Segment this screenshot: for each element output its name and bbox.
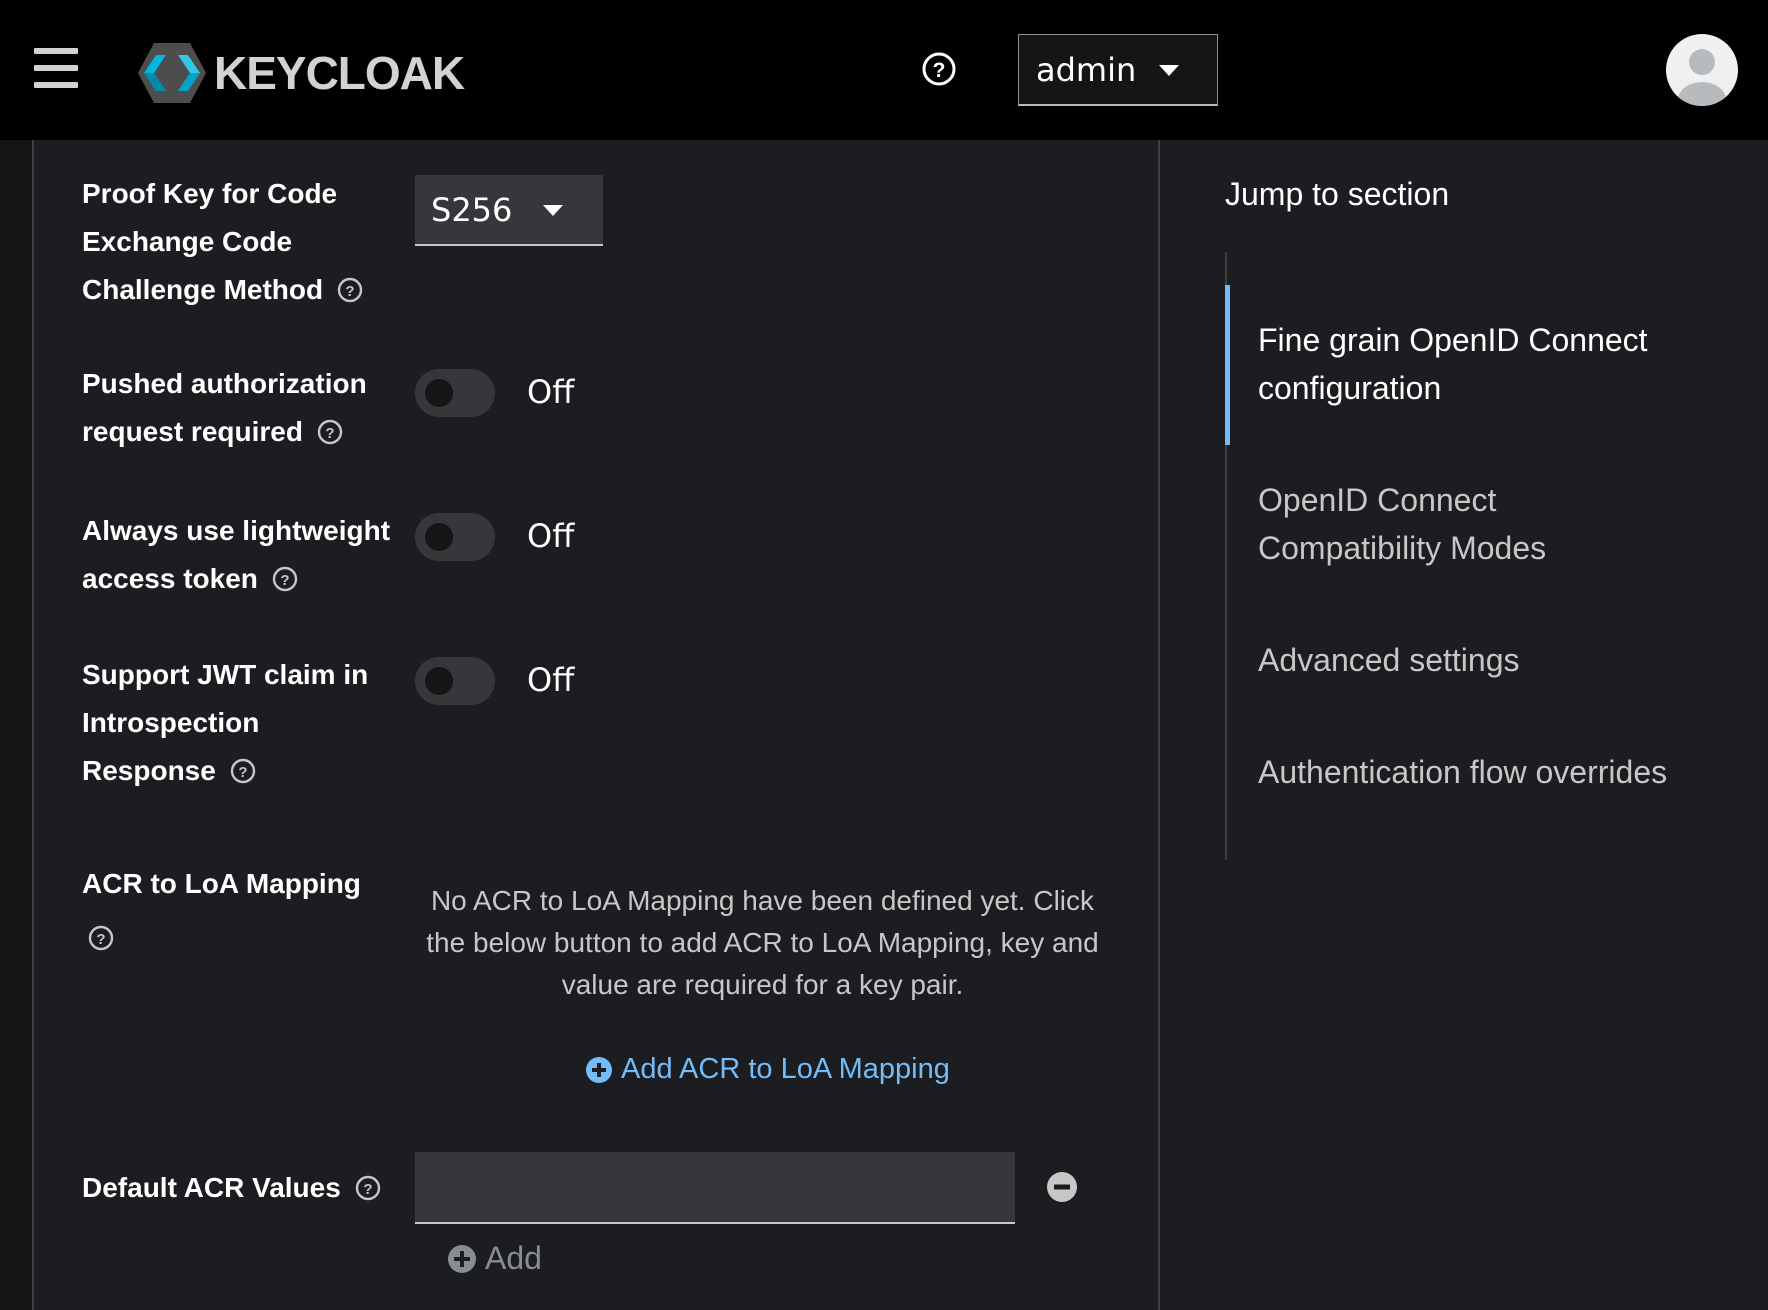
svg-text:?: ? bbox=[933, 59, 946, 82]
plus-circle-icon bbox=[586, 1056, 612, 1083]
acr-loa-label: ACR to LoA Mapping ? bbox=[82, 860, 361, 962]
caret-down-icon bbox=[1159, 65, 1179, 76]
svg-text:?: ? bbox=[238, 764, 247, 781]
default-acr-input[interactable] bbox=[415, 1152, 1015, 1224]
plus-circle-icon bbox=[448, 1244, 476, 1273]
pkce-method-value: S256 bbox=[431, 191, 513, 229]
jump-item-oidc-compat[interactable]: OpenID Connect Compatibility Modes bbox=[1258, 476, 1728, 572]
lightweight-token-label: Always use lightweight access token? bbox=[82, 515, 391, 594]
help-icon[interactable]: ? bbox=[317, 419, 343, 445]
jump-active-indicator bbox=[1225, 285, 1230, 445]
nav-collapsed-strip bbox=[0, 140, 34, 1310]
menu-icon[interactable] bbox=[34, 48, 78, 88]
jwt-claim-label: Support JWT claim in Introspection Respo… bbox=[82, 659, 369, 786]
caret-down-icon bbox=[543, 205, 563, 216]
help-icon[interactable]: ? bbox=[337, 277, 363, 303]
par-toggle-state: Off bbox=[527, 373, 575, 411]
lightweight-token-toggle[interactable] bbox=[415, 513, 495, 561]
keycloak-logo[interactable]: KEYCLOAK bbox=[136, 40, 465, 106]
add-acr-value-button[interactable]: Add bbox=[447, 1240, 542, 1277]
jump-item-fine-grain-oidc[interactable]: Fine grain OpenID Connect configuration bbox=[1258, 316, 1728, 412]
keycloak-logo-icon bbox=[138, 43, 206, 103]
avatar-icon[interactable] bbox=[1666, 34, 1738, 106]
pkce-method-select[interactable]: S256 bbox=[415, 175, 603, 246]
jwt-claim-state: Off bbox=[527, 661, 575, 699]
jwt-claim-toggle[interactable] bbox=[415, 657, 495, 705]
help-icon[interactable]: ? bbox=[272, 566, 298, 592]
par-toggle[interactable] bbox=[415, 369, 495, 417]
par-label: Pushed authorization request required? bbox=[82, 368, 367, 447]
help-icon[interactable]: ? bbox=[88, 925, 114, 951]
help-icon[interactable]: ? bbox=[230, 758, 256, 784]
masthead: KEYCLOAK ? admin bbox=[0, 0, 1768, 140]
svg-text:?: ? bbox=[346, 283, 355, 300]
svg-text:?: ? bbox=[280, 572, 289, 589]
jump-item-auth-flow-overrides[interactable]: Authentication flow overrides bbox=[1258, 748, 1728, 796]
jump-to-section-title: Jump to section bbox=[1225, 176, 1450, 212]
help-icon[interactable]: ? bbox=[920, 50, 958, 88]
default-acr-label: Default ACR Values? bbox=[82, 1164, 381, 1212]
user-dropdown[interactable]: admin bbox=[1018, 34, 1218, 106]
pkce-label: Proof Key for Code Exchange Code Challen… bbox=[82, 170, 363, 314]
logo-text: KEYCLOAK bbox=[214, 47, 465, 99]
user-dropdown-label: admin bbox=[1036, 50, 1137, 89]
add-acr-loa-button[interactable]: Add ACR to LoA Mapping bbox=[585, 1053, 950, 1086]
acr-loa-empty-message: No ACR to LoA Mapping have been defined … bbox=[426, 885, 1099, 1000]
svg-text:?: ? bbox=[96, 931, 105, 948]
svg-text:?: ? bbox=[325, 425, 334, 442]
add-acr-loa-label: Add ACR to LoA Mapping bbox=[621, 1053, 950, 1085]
section-divider bbox=[1158, 140, 1160, 1310]
svg-text:?: ? bbox=[363, 1181, 372, 1198]
lightweight-token-state: Off bbox=[527, 517, 575, 555]
help-icon[interactable]: ? bbox=[355, 1175, 381, 1201]
jump-item-advanced-settings[interactable]: Advanced settings bbox=[1258, 636, 1728, 684]
remove-value-icon[interactable] bbox=[1046, 1171, 1078, 1203]
add-acr-value-label: Add bbox=[485, 1240, 542, 1276]
